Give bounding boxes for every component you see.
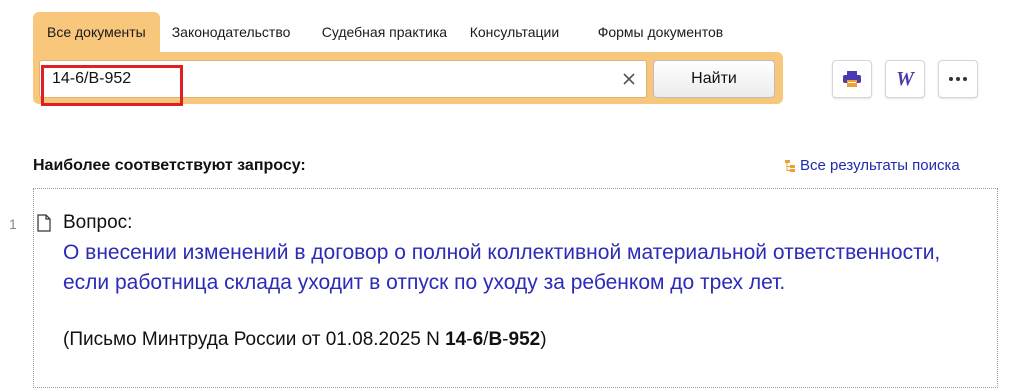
search-input[interactable] — [52, 61, 612, 97]
tab-legislation[interactable]: Законодательство — [160, 12, 300, 52]
find-button[interactable]: Найти — [653, 60, 775, 98]
tab-document-forms[interactable]: Формы документов — [588, 12, 728, 52]
result-type-label: Вопрос: — [63, 212, 133, 233]
search-panel: Найти — [33, 52, 783, 106]
results-heading: Наиболее соответствуют запросу: — [33, 157, 306, 174]
document-icon — [37, 214, 51, 232]
more-dots-icon — [949, 77, 967, 81]
tab-court-practice[interactable]: Судебная практика — [300, 12, 460, 52]
result-source: (Письмо Минтруда России от 01.08.2025 N … — [63, 329, 547, 351]
more-button[interactable] — [938, 60, 978, 98]
clear-icon[interactable] — [620, 70, 638, 88]
tab-consultations[interactable]: Консультации — [460, 12, 588, 52]
source-number-part: 14 — [445, 329, 467, 350]
tree-icon — [785, 159, 795, 172]
search-field-container — [39, 60, 647, 106]
source-prefix: (Письмо Минтруда России от 01.08.2025 N — [63, 329, 446, 350]
source-number-part: 952 — [508, 329, 541, 350]
printer-icon — [843, 71, 861, 87]
source-number-part: 6 — [472, 329, 484, 350]
search-tabs: Все документы Законодательство Судебная … — [33, 12, 728, 52]
source-number-part: В — [488, 329, 503, 350]
print-button[interactable] — [832, 60, 872, 98]
tab-all-documents[interactable]: Все документы — [33, 12, 160, 52]
result-title-link[interactable]: О внесении изменений в договор о полной … — [63, 238, 943, 297]
word-export-button[interactable]: W — [885, 60, 925, 98]
all-results-label: Все результаты поиска — [800, 157, 960, 174]
word-export-icon: W — [896, 67, 914, 90]
result-number: 1 — [9, 216, 17, 232]
all-results-link[interactable]: Все результаты поиска — [784, 157, 960, 174]
source-suffix: ) — [540, 329, 547, 350]
